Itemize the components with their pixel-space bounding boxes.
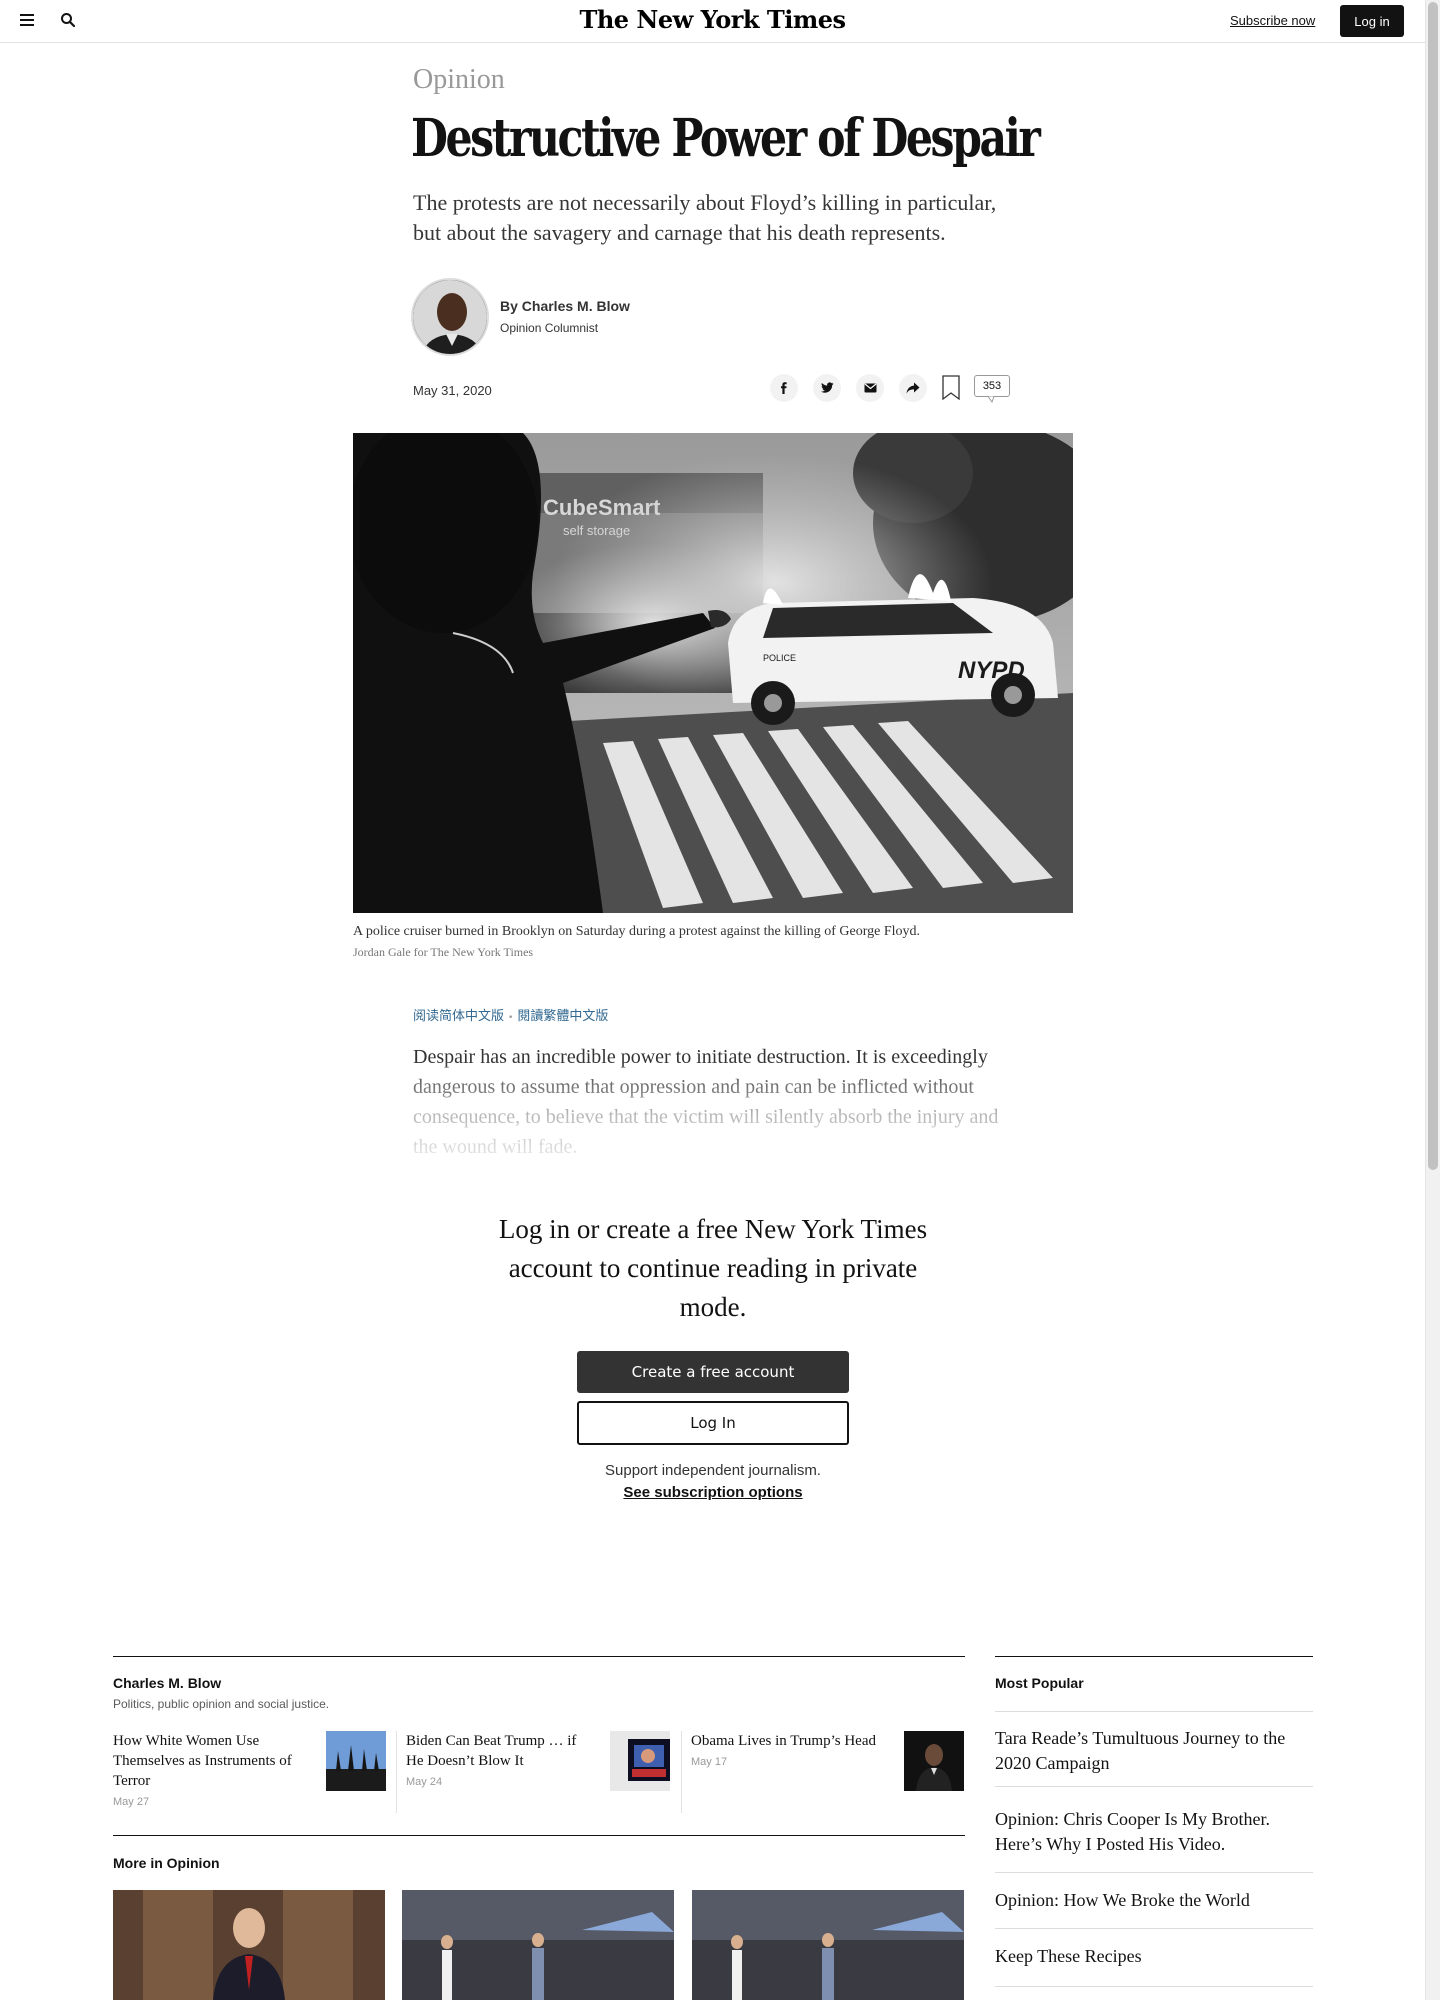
more-opinion-image-1[interactable]	[113, 1890, 385, 2000]
more-opinion-image-3[interactable]	[692, 1890, 964, 2000]
bookmark-icon[interactable]	[942, 375, 960, 406]
author-story-3[interactable]: Obama Lives in Trump’s Head May 17	[691, 1731, 891, 1768]
paywall-fade	[400, 1060, 1040, 1170]
story-date: May 17	[691, 1756, 728, 1768]
image-credit: Jordan Gale for The New York Times	[353, 945, 534, 959]
language-links: 阅读简体中文版 • 閱讀繁體中文版	[413, 1005, 608, 1024]
support-journalism-text: Support independent journalism.	[605, 1462, 821, 1479]
publish-date: May 31, 2020	[413, 383, 492, 398]
author-module-description: Politics, public opinion and social just…	[113, 1697, 330, 1711]
byline-role: Opinion Columnist	[500, 321, 599, 335]
article-summary: The protests are not necessarily about F…	[413, 190, 997, 245]
popular-divider	[995, 1986, 1313, 1987]
author-story-3-thumbnail[interactable]	[904, 1731, 964, 1791]
page-scrollbar[interactable]	[1425, 0, 1440, 2000]
hero-car-police-text: POLICE	[763, 653, 796, 663]
scrollbar-thumb[interactable]	[1428, 2, 1438, 1170]
popular-item[interactable]: Opinion: Chris Cooper Is My Brother. Her…	[995, 1807, 1313, 1857]
gateway-heading: Log in or create a free New York Times a…	[498, 1214, 928, 1322]
story-divider	[396, 1731, 397, 1813]
more-in-opinion-rule	[113, 1835, 965, 1836]
subscribe-now-link[interactable]: Subscribe now	[1230, 13, 1315, 28]
gateway-login-button[interactable]: Log In	[577, 1401, 849, 1445]
nyt-logo: The New York Times	[579, 5, 847, 34]
share-arrow-icon[interactable]	[899, 374, 927, 402]
hamburger-menu-icon[interactable]	[20, 14, 34, 26]
header-login-button[interactable]: Log in	[1340, 5, 1404, 37]
create-account-button[interactable]: Create a free account	[577, 1351, 849, 1393]
email-icon[interactable]	[856, 374, 884, 402]
author-story-1-thumbnail[interactable]	[326, 1731, 386, 1791]
section-label[interactable]: Opinion	[413, 64, 505, 96]
story-date: May 24	[406, 1776, 443, 1788]
subscription-options-link[interactable]: See subscription options	[483, 1484, 943, 1501]
popular-divider	[995, 1928, 1313, 1929]
story-title: Obama Lives in Trump’s Head	[691, 1733, 876, 1749]
most-popular-rule	[995, 1656, 1313, 1657]
story-divider	[681, 1731, 682, 1813]
masthead: The New York Times Subscribe now Log in	[0, 0, 1425, 43]
author-story-2[interactable]: Biden Can Beat Trump … if He Doesn’t Blo…	[406, 1731, 596, 1788]
author-story-1[interactable]: How White Women Use Themselves as Instru…	[113, 1731, 303, 1808]
author-module-name[interactable]: Charles M. Blow	[113, 1675, 221, 1691]
more-in-opinion-label: More in Opinion	[113, 1855, 220, 1871]
lang-separator: •	[508, 1013, 514, 1023]
story-title: How White Women Use Themselves as Instru…	[113, 1733, 292, 1789]
image-caption: A police cruiser burned in Brooklyn on S…	[353, 924, 921, 939]
more-opinion-image-2[interactable]	[402, 1890, 674, 2000]
hero-image: CubeSmart self storage NYPD POLICE	[353, 433, 1073, 913]
comment-bubble-icon[interactable]: 353	[974, 375, 1010, 404]
popular-divider	[995, 1711, 1313, 1712]
popular-divider	[995, 1786, 1313, 1787]
search-icon[interactable]	[60, 12, 78, 30]
story-title: Biden Can Beat Trump … if He Doesn’t Blo…	[406, 1733, 577, 1769]
popular-divider	[995, 1872, 1313, 1873]
popular-item[interactable]: Keep These Recipes	[995, 1944, 1313, 1969]
byline-author[interactable]: By Charles M. Blow	[500, 298, 630, 314]
author-module-rule	[113, 1656, 965, 1657]
popular-item[interactable]: Tara Reade’s Tumultuous Journey to the 2…	[995, 1726, 1313, 1776]
comment-count[interactable]: 353	[974, 375, 1010, 397]
headline: Destructive Power of Despair	[411, 108, 1041, 169]
simplified-chinese-link[interactable]: 阅读简体中文版	[413, 1009, 504, 1024]
story-date: May 27	[113, 1796, 150, 1808]
author-story-2-thumbnail[interactable]	[610, 1731, 670, 1791]
most-popular-label: Most Popular	[995, 1675, 1084, 1691]
author-avatar[interactable]	[411, 278, 489, 356]
traditional-chinese-link[interactable]: 閱讀繁體中文版	[517, 1009, 608, 1024]
twitter-icon[interactable]	[813, 374, 841, 402]
facebook-icon[interactable]	[770, 374, 798, 402]
popular-item[interactable]: Opinion: How We Broke the World	[995, 1888, 1313, 1913]
